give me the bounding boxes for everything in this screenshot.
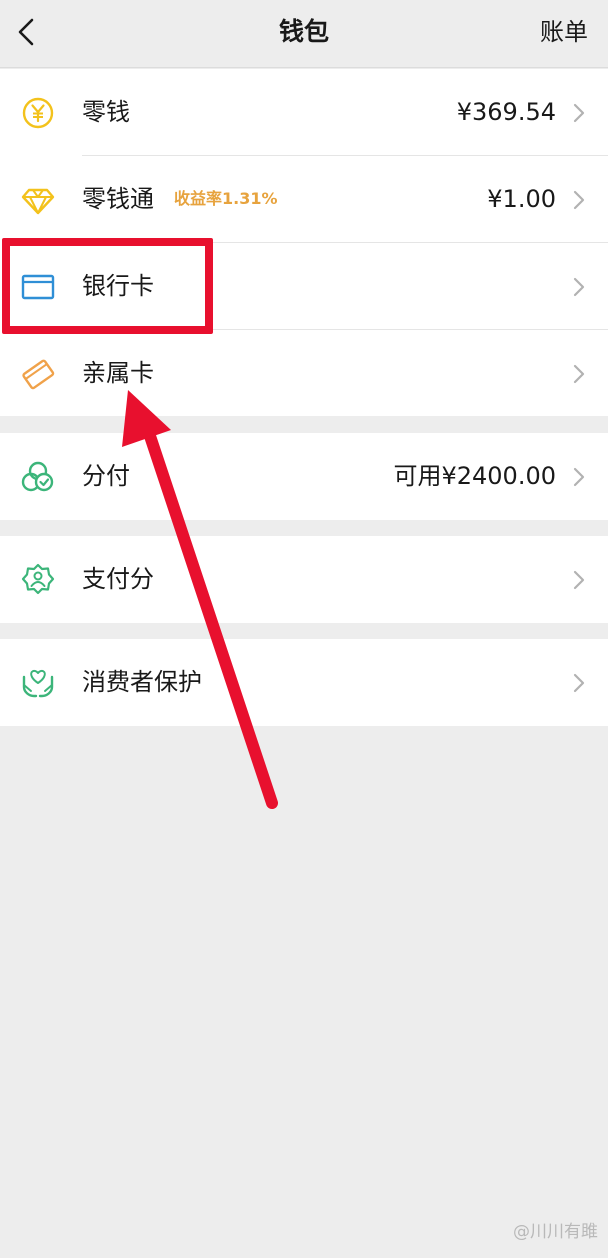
row-bank-card[interactable]: 银行卡: [0, 243, 608, 330]
nav-bar: 钱包 账单: [0, 0, 608, 68]
row-family-card[interactable]: 亲属卡: [0, 330, 608, 417]
fenfu-icon: [21, 461, 54, 492]
row-label: 零钱通: [82, 185, 154, 213]
row-lingqiantong[interactable]: 零钱通 收益率1.31% ¥1.00: [0, 156, 608, 243]
protection-group: 消费者保护: [0, 639, 608, 726]
row-consumer-protection[interactable]: 消费者保护: [0, 639, 608, 726]
payscore-badge-icon: [21, 563, 55, 595]
diamond-icon: [21, 188, 55, 215]
bill-link[interactable]: 账单: [540, 14, 588, 50]
row-fenfu[interactable]: 分付 可用¥2400.00: [0, 433, 608, 520]
chevron-right-icon: [573, 190, 585, 210]
change-balance: ¥369.54: [456, 98, 556, 126]
row-label: 零钱: [82, 98, 130, 126]
protection-hands-icon: [22, 669, 54, 698]
lingqiantong-balance: ¥1.00: [487, 185, 556, 213]
family-card-icon: [22, 359, 55, 390]
chevron-right-icon: [573, 467, 585, 487]
chevron-right-icon: [573, 277, 585, 297]
page-title: 钱包: [278, 17, 329, 46]
fenfu-group: 分付 可用¥2400.00: [0, 433, 608, 520]
payscore-group: 支付分: [0, 536, 608, 623]
chevron-right-icon: [573, 103, 585, 123]
wallet-items-group: 零钱 ¥369.54 零钱通 收益率1.31% ¥1.00 银行卡 亲属卡: [0, 69, 608, 416]
row-label: 亲属卡: [82, 359, 154, 387]
chevron-right-icon: [573, 364, 585, 384]
row-label: 银行卡: [82, 272, 154, 300]
fenfu-available: 可用¥2400.00: [393, 462, 556, 490]
chevron-right-icon: [573, 673, 585, 693]
row-label: 消费者保护: [82, 668, 202, 696]
row-payscore[interactable]: 支付分: [0, 536, 608, 623]
yuan-coin-icon: [22, 97, 54, 129]
watermark: @川川有雎: [513, 1222, 598, 1242]
row-label: 分付: [82, 462, 130, 490]
yield-rate-badge: 收益率1.31%: [174, 189, 278, 208]
bank-card-icon: [21, 274, 55, 300]
row-label: 支付分: [82, 565, 154, 593]
row-change[interactable]: 零钱 ¥369.54: [0, 69, 608, 156]
chevron-right-icon: [573, 570, 585, 590]
